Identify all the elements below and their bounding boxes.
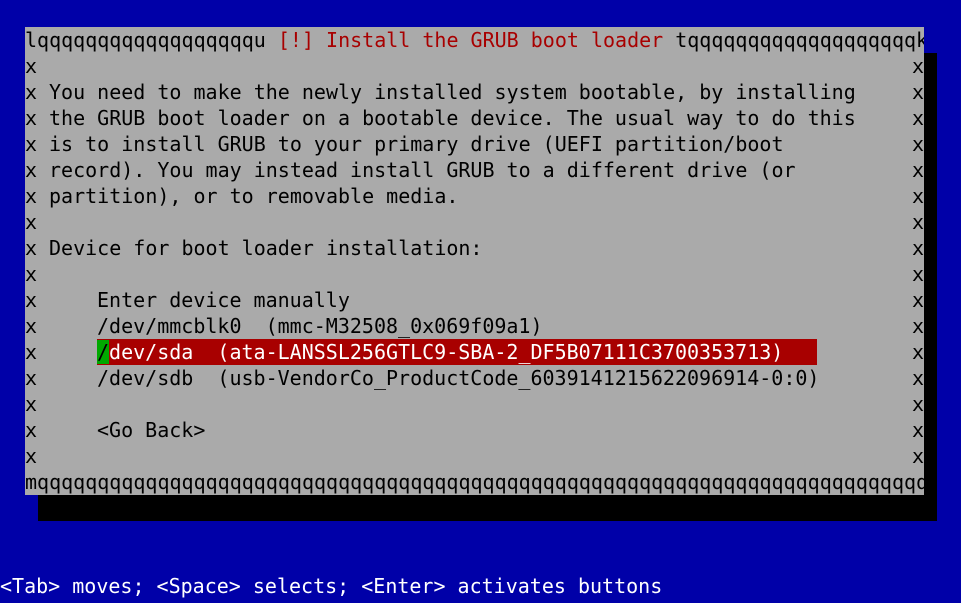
left-border: x xyxy=(25,366,38,390)
dialog-row: x the GRUB boot loader on a bootable dev… xyxy=(25,105,924,131)
right-border: x xyxy=(912,158,925,182)
left-border: x xyxy=(25,444,38,468)
dialog-row: x /dev/mmcblk0 (mmc-M32508_0x069f09a1) x xyxy=(25,313,924,339)
title-right-border: tqqqqqqqqqqqqqqqqqqqk xyxy=(663,28,924,52)
dialog-row: x x xyxy=(25,53,924,79)
left-border: x xyxy=(25,340,38,364)
grub-install-dialog: lqqqqqqqqqqqqqqqqqqu [!] Install the GRU… xyxy=(25,27,924,495)
left-border: x xyxy=(25,418,38,442)
dialog-row: x partition), or to removable media. x xyxy=(25,183,924,209)
left-border: x xyxy=(25,184,38,208)
left-border: x xyxy=(25,314,38,338)
right-border: x xyxy=(912,184,925,208)
right-border: x xyxy=(912,262,925,286)
description-line: is to install GRUB to your primary drive… xyxy=(49,132,784,156)
right-border: x xyxy=(912,314,925,338)
option-enter-device-manually[interactable]: Enter device manually xyxy=(97,287,350,313)
right-border: x xyxy=(912,236,925,260)
help-footer: <Tab> moves; <Space> selects; <Enter> ac… xyxy=(0,574,663,598)
dialog-row: x is to install GRUB to your primary dri… xyxy=(25,131,924,157)
dialog-row: x x xyxy=(25,443,924,469)
dialog-row: x You need to make the newly installed s… xyxy=(25,79,924,105)
right-border: x xyxy=(912,132,925,156)
right-border: x xyxy=(912,340,925,364)
dialog-row: x Device for boot loader installation: x xyxy=(25,235,924,261)
option-dev-sda-selected[interactable]: /dev/sda (ata-LANSSL256GTLC9-SBA-2_DF5B0… xyxy=(97,339,817,365)
dialog-row: x <Go Back> x xyxy=(25,417,924,443)
description-line: record). You may instead install GRUB to… xyxy=(49,158,796,182)
right-border: x xyxy=(912,106,925,130)
right-border: x xyxy=(912,418,925,442)
left-border: x xyxy=(25,80,38,104)
option-dev-sdb[interactable]: /dev/sdb (usb-VendorCo_ProductCode_60391… xyxy=(97,365,819,391)
dialog-title-row: lqqqqqqqqqqqqqqqqqqu [!] Install the GRU… xyxy=(25,27,924,53)
dialog-row: x record). You may instead install GRUB … xyxy=(25,157,924,183)
left-border: x xyxy=(25,106,38,130)
right-border: x xyxy=(912,392,925,416)
dialog-title-bar: lqqqqqqqqqqqqqqqqqqu [!] Install the GRU… xyxy=(25,27,924,53)
left-border: x xyxy=(25,210,38,234)
right-border: x xyxy=(912,444,925,468)
title-left-border: lqqqqqqqqqqqqqqqqqqu xyxy=(25,28,278,52)
dialog-row: x x xyxy=(25,391,924,417)
dialog-title: [!] Install the GRUB boot loader xyxy=(277,28,664,52)
left-border: x xyxy=(25,288,38,312)
right-border: x xyxy=(912,288,925,312)
device-prompt: Device for boot loader installation: xyxy=(49,236,483,260)
dialog-row: x /dev/sda (ata-LANSSL256GTLC9-SBA-2_DF5… xyxy=(25,339,924,365)
right-border: x xyxy=(912,366,925,390)
left-border: x xyxy=(25,262,38,286)
left-border: x xyxy=(25,236,38,260)
dialog-row: x x xyxy=(25,209,924,235)
left-border: x xyxy=(25,158,38,182)
left-border: x xyxy=(25,392,38,416)
description-line: You need to make the newly installed sys… xyxy=(49,80,856,104)
dialog-bottom-row: mqqqqqqqqqqqqqqqqqqqqqqqqqqqqqqqqqqqqqqq… xyxy=(25,469,924,495)
right-border: x xyxy=(912,80,925,104)
dialog-row: x x xyxy=(25,261,924,287)
selection-cursor: / xyxy=(97,340,110,364)
selected-option-text: dev/sda (ata-LANSSL256GTLC9-SBA-2_DF5B07… xyxy=(109,340,784,364)
right-border: x xyxy=(912,54,925,78)
dialog-row: x Enter device manually x xyxy=(25,287,924,313)
left-border: x xyxy=(25,54,38,78)
go-back-button[interactable]: <Go Back> xyxy=(97,417,205,443)
option-dev-mmcblk0[interactable]: /dev/mmcblk0 (mmc-M32508_0x069f09a1) xyxy=(97,313,543,339)
dialog-row: x /dev/sdb (usb-VendorCo_ProductCode_603… xyxy=(25,365,924,391)
right-border: x xyxy=(912,210,925,234)
description-line: partition), or to removable media. xyxy=(49,184,459,208)
left-border: x xyxy=(25,132,38,156)
dialog-bottom-border: mqqqqqqqqqqqqqqqqqqqqqqqqqqqqqqqqqqqqqqq… xyxy=(25,470,924,494)
description-line: the GRUB boot loader on a bootable devic… xyxy=(49,106,856,130)
